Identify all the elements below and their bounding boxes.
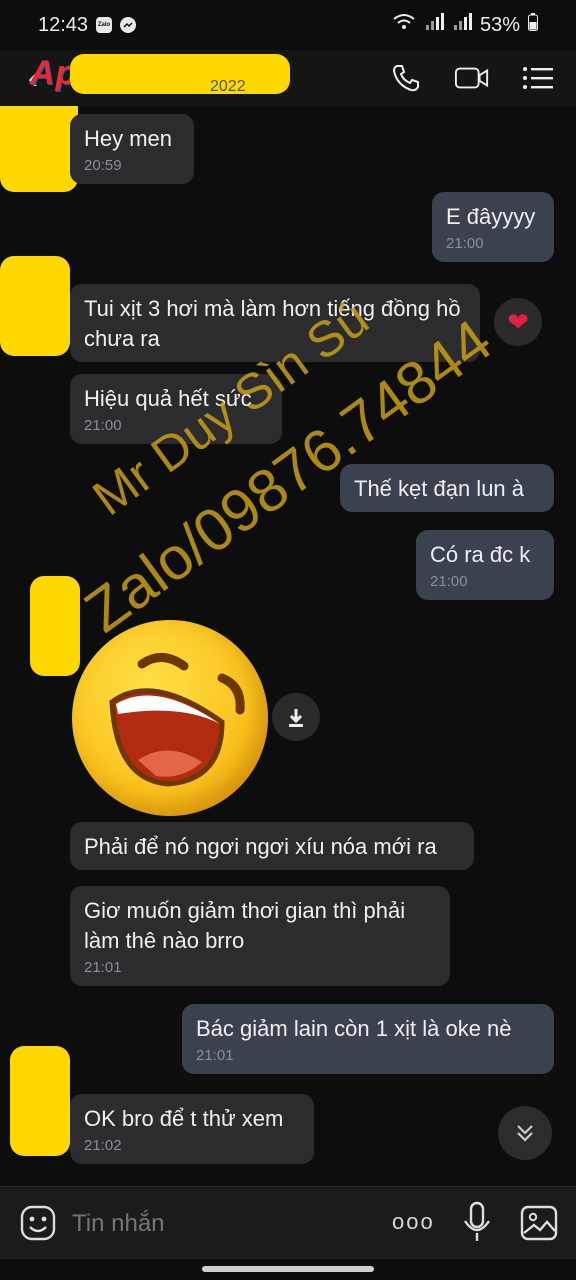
video-camera-icon bbox=[454, 67, 489, 89]
sticker-button[interactable] bbox=[20, 1205, 56, 1241]
list-menu-icon bbox=[523, 67, 553, 89]
chat-header: ‹ Aphangx 2022 bbox=[0, 50, 576, 106]
phone-icon bbox=[392, 65, 419, 92]
status-bar: 12:43 Zalo 53% bbox=[0, 0, 576, 50]
message-text: Hey men bbox=[84, 126, 173, 151]
battery-icon bbox=[528, 13, 538, 37]
messenger-notification-icon bbox=[120, 17, 137, 33]
more-options-button[interactable]: ooo bbox=[392, 1209, 435, 1235]
signal-icon-2 bbox=[452, 13, 472, 37]
message-bubble[interactable]: E đâyyyy 21:00 bbox=[432, 192, 554, 262]
wifi-icon bbox=[392, 13, 416, 37]
message-time: 21:01 bbox=[84, 959, 122, 976]
laughing-face-icon bbox=[109, 653, 245, 787]
message-bubble[interactable]: Giơ muốn giảm thơi gian thì phải làm thê… bbox=[70, 886, 450, 986]
message-time: 21:01 bbox=[196, 1047, 234, 1064]
message-time: 20:59 bbox=[84, 157, 122, 174]
download-sticker-button[interactable] bbox=[272, 693, 320, 741]
signal-icon bbox=[424, 13, 444, 37]
avatar-redaction bbox=[0, 256, 70, 356]
heart-reaction-icon[interactable]: ❤ bbox=[494, 298, 542, 346]
message-bubble[interactable]: OK bro để t thử xem 21:02 bbox=[70, 1094, 314, 1164]
scroll-to-bottom-button[interactable] bbox=[498, 1106, 552, 1160]
double-chevron-down-icon bbox=[517, 1125, 533, 1142]
laughing-emoji-sticker[interactable] bbox=[72, 620, 268, 816]
message-text: E đâyyyy bbox=[446, 204, 536, 229]
message-time: 21:00 bbox=[446, 235, 484, 252]
microphone-icon bbox=[464, 1201, 490, 1241]
message-text: Phải để nó ngơi ngơi xíu nóa mới ra bbox=[84, 834, 437, 859]
message-time: 21:02 bbox=[84, 1137, 122, 1154]
smiley-icon bbox=[20, 1205, 56, 1241]
message-bubble[interactable]: Có ra đc k 21:00 bbox=[416, 530, 554, 600]
message-time: 21:00 bbox=[430, 573, 468, 590]
message-text: OK bro để t thử xem bbox=[84, 1106, 284, 1131]
message-composer: ooo bbox=[0, 1186, 576, 1259]
redaction-scribble bbox=[70, 54, 290, 94]
message-text: Bác giảm lain còn 1 xịt là oke nè bbox=[196, 1016, 512, 1041]
message-bubble[interactable]: Bác giảm lain còn 1 xịt là oke nè 21:01 bbox=[182, 1004, 554, 1074]
message-input[interactable] bbox=[70, 1207, 334, 1241]
message-time: 21:00 bbox=[84, 417, 122, 434]
message-bubble[interactable]: Hey men 20:59 bbox=[70, 114, 194, 184]
download-icon bbox=[289, 709, 303, 727]
message-text: Tui xịt 3 hơi mà làm hơn tiếng đồng hồ c… bbox=[84, 296, 461, 351]
message-text: Thế kẹt đạn lun à bbox=[354, 476, 525, 501]
message-bubble[interactable]: Hiệu quả hết sức 21:00 bbox=[70, 374, 282, 444]
battery-percent: 53% bbox=[479, 13, 520, 36]
image-icon bbox=[520, 1205, 558, 1241]
status-time: 12:43 bbox=[38, 13, 89, 36]
home-indicator[interactable] bbox=[202, 1266, 374, 1272]
message-text: Hiệu quả hết sức bbox=[84, 386, 252, 411]
send-image-button[interactable] bbox=[520, 1205, 558, 1241]
partial-date: 2022 bbox=[210, 78, 246, 95]
voice-record-button[interactable] bbox=[462, 1201, 492, 1245]
message-text: Giơ muốn giảm thơi gian thì phải làm thê… bbox=[84, 898, 406, 953]
message-bubble[interactable]: Tui xịt 3 hơi mà làm hơn tiếng đồng hồ c… bbox=[70, 284, 480, 362]
message-bubble[interactable]: Phải để nó ngơi ngơi xíu nóa mới ra bbox=[70, 822, 474, 870]
menu-button[interactable] bbox=[520, 60, 556, 96]
voice-call-button[interactable] bbox=[388, 60, 424, 96]
video-call-button[interactable] bbox=[454, 60, 490, 96]
zalo-notification-icon: Zalo bbox=[96, 17, 113, 33]
avatar-redaction bbox=[10, 1046, 70, 1156]
avatar-redaction bbox=[0, 106, 78, 192]
message-bubble[interactable]: Thế kẹt đạn lun à bbox=[340, 464, 554, 512]
message-text: Có ra đc k bbox=[430, 542, 531, 567]
